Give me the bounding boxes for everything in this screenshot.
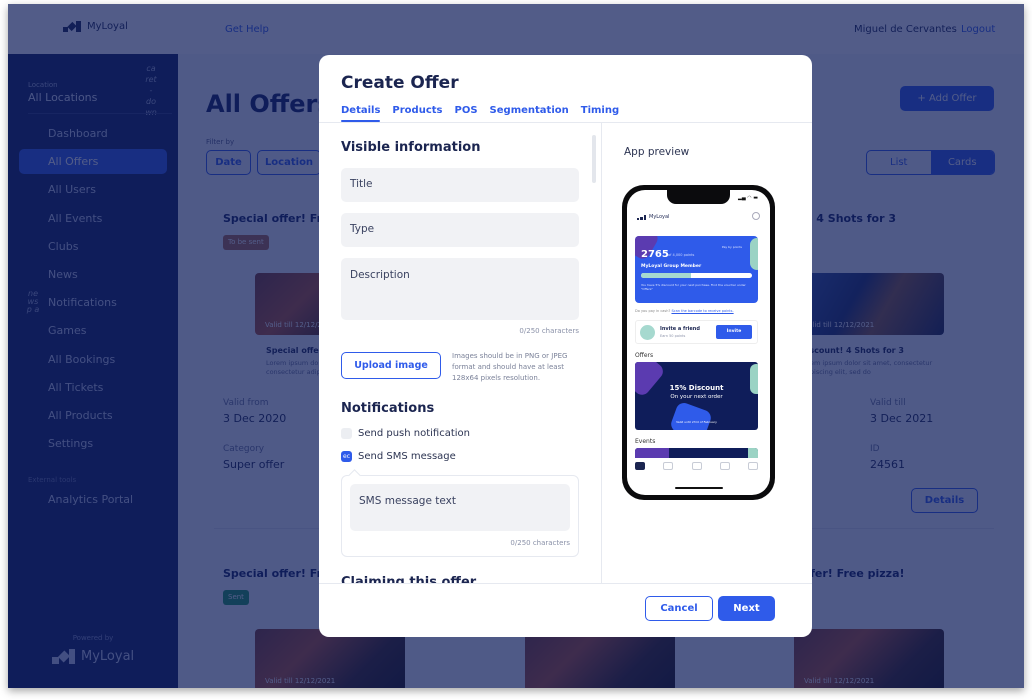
- description-counter: 0/250 characters: [519, 327, 579, 335]
- tier-name: MyLoyal Group Member: [641, 264, 702, 269]
- home-tab-icon: [635, 462, 645, 470]
- app-brand-name: MyLoyal: [649, 214, 670, 220]
- sms-counter: 0/250 characters: [510, 539, 570, 547]
- points-value: 2765: [641, 249, 669, 260]
- points-card: 2765 of 4,000 points Pay by points MyLoy…: [635, 236, 758, 303]
- points-sub: of 4,000 points: [668, 253, 695, 257]
- form-scrollbar[interactable]: [592, 135, 596, 183]
- push-notification-option[interactable]: Send push notification: [341, 428, 470, 439]
- sms-message-option[interactable]: ec Send SMS message: [341, 451, 456, 462]
- push-notification-checkbox[interactable]: [341, 428, 352, 439]
- points-note: You have 5% discount for your next purch…: [641, 283, 746, 291]
- wallet-label: Pay by points: [721, 245, 742, 249]
- modal-title: Create Offer: [341, 73, 459, 93]
- app-tab-bar: [635, 462, 758, 470]
- club-tab-icon: [719, 462, 730, 470]
- more-tab-icon: [748, 462, 758, 470]
- preview-offer-valid: Valid until 23rd of February: [676, 420, 717, 424]
- upload-hint: Images should be in PNG or JPEG format a…: [452, 352, 568, 382]
- upload-image-button[interactable]: Upload image: [341, 352, 441, 379]
- games-tab-icon: [691, 462, 702, 470]
- sms-checkbox-checked-icon[interactable]: ec: [341, 451, 352, 462]
- phone-screen: ▂▄ ◠ ▬ MyLoyal 2765 of 4,000 points Pay …: [627, 190, 770, 495]
- scan-barcode-line: Do you pay in cash? Scan the barcode to …: [635, 309, 734, 313]
- preview-offer-sub: On your next order: [670, 394, 723, 400]
- phone-mockup: ▂▄ ◠ ▬ MyLoyal 2765 of 4,000 points Pay …: [622, 185, 775, 500]
- sms-message-textarea[interactable]: SMS message text: [350, 484, 570, 531]
- next-button[interactable]: Next: [718, 596, 775, 621]
- offers-label: Offers: [635, 352, 654, 359]
- notifications-title: Notifications: [341, 401, 435, 416]
- footer-divider: [319, 583, 812, 584]
- invite-sub: Earn 50 points: [660, 334, 686, 338]
- sms-message-label: Send SMS message: [358, 451, 456, 462]
- invite-card: Invite a friend Earn 50 points Invite: [635, 320, 758, 344]
- events-label: Events: [635, 438, 656, 445]
- tier-progress-bar: [641, 273, 752, 278]
- type-input[interactable]: Type: [341, 213, 579, 247]
- title-input[interactable]: Title: [341, 168, 579, 202]
- preview-offer-card: 15% Discount On your next order Valid un…: [635, 362, 758, 430]
- myloyal-logo-icon: [637, 214, 646, 220]
- preview-offer-heading: 15% Discount: [669, 384, 724, 392]
- modal-tabs: Details Products POS Segmentation Timing: [341, 105, 631, 122]
- tab-products[interactable]: Products: [392, 105, 442, 121]
- tab-timing[interactable]: Timing: [581, 105, 619, 121]
- invite-button: Invite: [716, 325, 752, 339]
- events-card: [635, 448, 758, 458]
- tab-pos[interactable]: POS: [455, 105, 478, 121]
- tab-details[interactable]: Details: [341, 105, 381, 122]
- push-notification-label: Send push notification: [358, 428, 471, 439]
- invite-title: Invite a friend: [660, 326, 700, 332]
- profile-icon: [752, 212, 760, 220]
- details-form: Visible information Title Type Descripti…: [341, 123, 579, 583]
- app-preview-panel: App preview ▂▄ ◠ ▬ MyLoyal 2765 of 4,000…: [602, 123, 812, 583]
- description-textarea[interactable]: Description: [341, 258, 579, 320]
- claiming-offer-title: Claiming this offer: [341, 575, 477, 583]
- home-indicator: [675, 487, 723, 489]
- tier-progress-fill: [641, 273, 691, 278]
- shop-tab-icon: [663, 462, 674, 470]
- create-offer-modal: Create Offer Details Products POS Segmen…: [319, 55, 812, 637]
- friend-avatar-icon: [640, 325, 655, 340]
- scan-text: Do you pay in cash?: [635, 309, 671, 313]
- scan-link: Scan the barcode to receive points.: [671, 309, 734, 313]
- cancel-button[interactable]: Cancel: [645, 596, 713, 621]
- phone-notch: [667, 190, 730, 204]
- sms-message-panel: SMS message text 0/250 characters: [341, 475, 579, 557]
- app-window: MyLoyal Get Help Miguel de Cervantes Log…: [8, 4, 1024, 688]
- app-preview-label: App preview: [624, 146, 690, 158]
- app-brand: MyLoyal: [637, 214, 669, 220]
- tab-segmentation[interactable]: Segmentation: [490, 105, 569, 121]
- visible-info-title: Visible information: [341, 140, 481, 155]
- signal-wifi-battery-icon: ▂▄ ◠ ▬: [738, 195, 758, 201]
